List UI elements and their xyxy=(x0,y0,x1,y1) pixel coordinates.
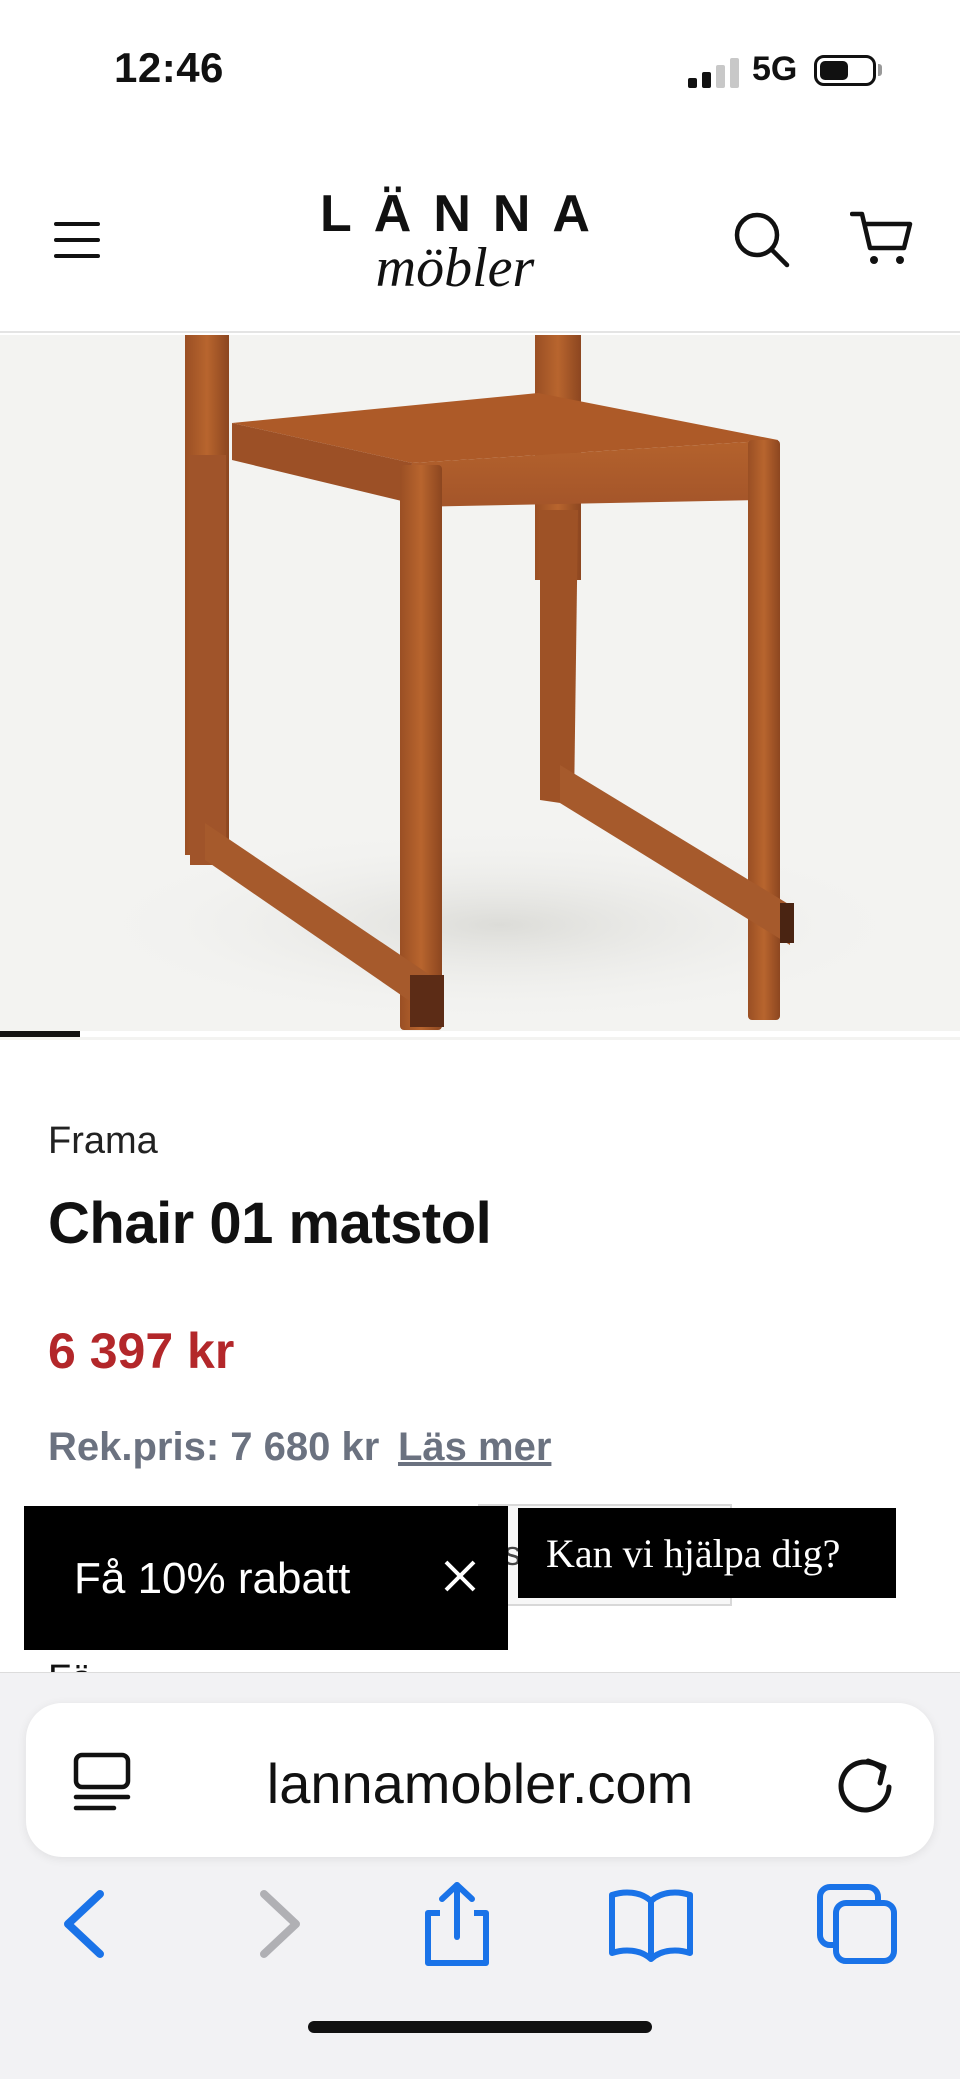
url-text[interactable]: lannamobler.com xyxy=(26,1751,934,1816)
menu-icon[interactable] xyxy=(54,222,100,258)
battery-nub xyxy=(878,64,882,76)
battery-icon xyxy=(814,55,876,86)
cart-icon[interactable] xyxy=(849,208,914,270)
bookmarks-icon[interactable] xyxy=(606,1879,696,1969)
logo-subtitle: möbler xyxy=(375,237,535,299)
product-image[interactable] xyxy=(0,335,960,1040)
status-time: 12:46 xyxy=(114,44,224,91)
address-bar[interactable]: lannamobler.com xyxy=(26,1703,934,1857)
share-icon[interactable] xyxy=(412,1879,502,1969)
search-icon[interactable] xyxy=(732,210,792,270)
chair-illustration xyxy=(80,335,920,1030)
browser-toolbar: lannamobler.com xyxy=(0,1672,960,2079)
help-chat-button[interactable]: Kan vi hjälpa dig? xyxy=(518,1508,896,1598)
read-more-link[interactable]: Läs mer xyxy=(398,1425,551,1470)
forward-icon[interactable] xyxy=(234,1879,324,1969)
status-bar: 12:46 5G xyxy=(0,0,960,140)
signal-icon xyxy=(688,56,740,88)
site-header: LÄNNA möbler xyxy=(0,140,960,333)
help-chat-label: Kan vi hjälpa dig? xyxy=(546,1531,841,1576)
carousel-indicator xyxy=(0,1031,80,1037)
carousel-track xyxy=(0,1031,960,1037)
discount-popup[interactable]: Få 10% rabatt xyxy=(24,1506,508,1650)
tabs-icon[interactable] xyxy=(812,1879,902,1969)
reload-icon[interactable] xyxy=(832,1749,898,1815)
site-logo[interactable]: LÄNNA möbler xyxy=(250,184,660,299)
network-label: 5G xyxy=(752,50,798,88)
product-title: Chair 01 matstol xyxy=(48,1191,492,1256)
logo-wordmark: LÄNNA xyxy=(320,185,612,243)
product-price: 6 397 kr xyxy=(48,1323,235,1379)
home-indicator[interactable] xyxy=(308,2021,652,2033)
close-icon[interactable] xyxy=(438,1554,482,1598)
product-brand[interactable]: Frama xyxy=(48,1120,158,1163)
back-icon[interactable] xyxy=(40,1879,130,1969)
recommended-price: Rek.pris: 7 680 kr xyxy=(48,1425,380,1469)
discount-label: Få 10% rabatt xyxy=(74,1554,351,1603)
